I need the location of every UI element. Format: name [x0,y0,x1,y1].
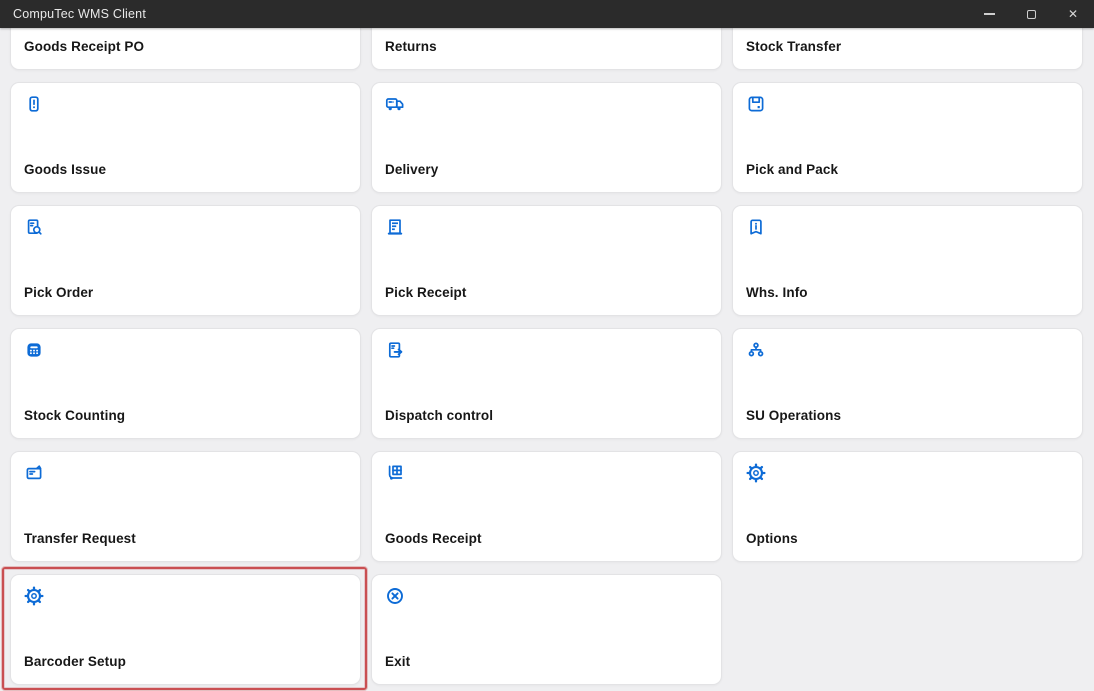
options-gear-icon [746,463,766,483]
pick-order-icon [24,217,44,237]
close-icon: ✕ [1068,8,1078,20]
tile-label: Returns [385,39,437,54]
tile-stock-counting[interactable]: Stock Counting [10,328,361,439]
tile-label: Pick Receipt [385,285,467,300]
pick-receipt-icon [385,217,405,237]
tile-returns[interactable]: Returns [371,28,722,70]
tile-label: Transfer Request [24,531,136,546]
tile-label: Goods Receipt PO [24,39,144,54]
pick-and-pack-icon [746,94,766,114]
tile-delivery[interactable]: Delivery [371,82,722,193]
maximize-button[interactable] [1010,0,1052,28]
tile-label: Goods Issue [24,162,106,177]
stock-counting-icon [24,340,44,360]
tile-label: Pick Order [24,285,93,300]
tile-pick-order[interactable]: Pick Order [10,205,361,316]
maximize-icon [1027,10,1036,19]
tile-label: Stock Transfer [746,39,841,54]
close-button[interactable]: ✕ [1052,0,1094,28]
tile-menu: Goods Receipt PO Returns Stock Transfer … [0,28,1094,691]
tile-pick-receipt[interactable]: Pick Receipt [371,205,722,316]
su-operations-icon [746,340,766,360]
transfer-request-icon [24,463,44,483]
tile-label: Delivery [385,162,438,177]
window-title: CompuTec WMS Client [0,7,146,21]
dispatch-control-icon [385,340,405,360]
tile-label: Goods Receipt [385,531,482,546]
tile-goods-receipt[interactable]: Goods Receipt [371,451,722,562]
exit-icon [385,586,405,606]
barcoder-setup-gear-icon [24,586,44,606]
tile-label: Options [746,531,798,546]
window-controls: ✕ [968,0,1094,28]
goods-issue-icon [24,94,44,114]
tile-goods-issue[interactable]: Goods Issue [10,82,361,193]
tile-label: Stock Counting [24,408,125,423]
tile-label: Barcoder Setup [24,654,126,669]
whs-info-icon [746,217,766,237]
titlebar: CompuTec WMS Client ✕ [0,0,1094,28]
tile-options[interactable]: Options [732,451,1083,562]
delivery-truck-icon [385,94,405,114]
tile-dispatch-control[interactable]: Dispatch control [371,328,722,439]
tile-su-operations[interactable]: SU Operations [732,328,1083,439]
tile-label: SU Operations [746,408,841,423]
goods-receipt-trolley-icon [385,463,405,483]
tile-whs-info[interactable]: Whs. Info [732,205,1083,316]
tile-transfer-request[interactable]: Transfer Request [10,451,361,562]
tile-grid: Goods Receipt PO Returns Stock Transfer … [10,28,1083,685]
tile-pick-and-pack[interactable]: Pick and Pack [732,82,1083,193]
tile-label: Pick and Pack [746,162,838,177]
tile-label: Whs. Info [746,285,808,300]
tile-barcoder-setup[interactable]: Barcoder Setup [10,574,361,685]
tile-stock-transfer[interactable]: Stock Transfer [732,28,1083,70]
minimize-button[interactable] [968,0,1010,28]
tile-label: Dispatch control [385,408,493,423]
tile-exit[interactable]: Exit [371,574,722,685]
tile-goods-receipt-po[interactable]: Goods Receipt PO [10,28,361,70]
minimize-icon [984,13,995,14]
tile-label: Exit [385,654,410,669]
